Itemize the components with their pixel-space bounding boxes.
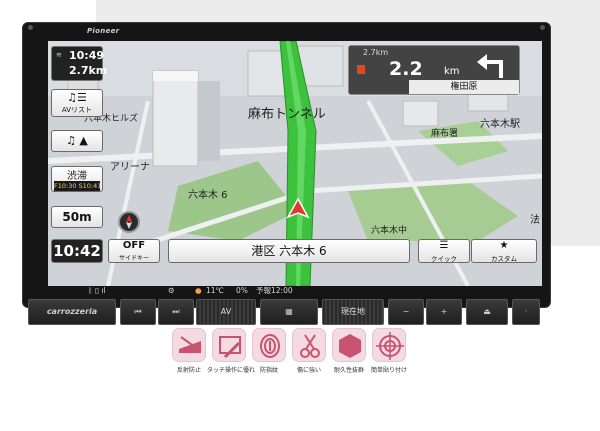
traffic-times: F10:30 S10:41 xyxy=(54,181,102,191)
feature-label: 反射防止 xyxy=(176,367,201,374)
feature-label: 傷に強い xyxy=(296,367,321,374)
car-navigation-unit: Pioneer 麻布トンネル 六本木ヒルズ アリーナ 六本木 6 六本木中 麻布… xyxy=(22,22,551,325)
feature-label: 防指紋 xyxy=(259,367,278,374)
map-label-tunnel: 麻布トンネル xyxy=(248,107,326,122)
fingerprint-icon xyxy=(252,328,286,362)
volume-down-button[interactable]: − xyxy=(388,299,424,325)
brand-logo: Pioneer xyxy=(87,27,120,35)
current-time-panel: ≋ 10:49 2.7km xyxy=(51,46,107,81)
turn-guidance-panel[interactable]: 2.7km 2.2 km 権田原 xyxy=(348,45,520,95)
map-label-ho: 法 xyxy=(530,215,540,226)
clock-display: 10:42 xyxy=(51,239,103,263)
quick-menu-button[interactable]: ☰ クイック xyxy=(418,239,470,263)
feature-fingerprint: 防指紋 xyxy=(252,328,286,374)
turn-left-arrow-icon xyxy=(477,54,503,78)
volume-up-button[interactable]: + xyxy=(426,299,462,325)
map-label-roppongi-station: 六本木駅 xyxy=(480,119,520,130)
current-location-key-button[interactable]: 現在地 xyxy=(322,299,384,325)
map-label-arena: アリーナ xyxy=(110,162,150,173)
map-label-roppongi6: 六本木 6 xyxy=(188,190,228,201)
feature-label: 簡単貼り付け xyxy=(370,367,407,374)
feature-scratch-resistant: 傷に強い xyxy=(292,328,326,374)
off-label: OFF xyxy=(122,240,146,251)
custom-button[interactable]: ★ カスタム xyxy=(471,239,537,263)
eject-button[interactable]: ⏏ xyxy=(466,299,508,325)
music-control-button[interactable]: ♫ ▲ xyxy=(51,130,103,152)
traffic-label: 渋滞 xyxy=(67,171,87,182)
custom-label: カスタム xyxy=(491,255,517,263)
feature-label: タッチ操作に優れ xyxy=(207,367,256,374)
map-scale-button[interactable]: 50m xyxy=(51,206,103,228)
easy-apply-icon xyxy=(372,328,406,362)
touch-icon xyxy=(212,328,246,362)
quick-label: クイック xyxy=(431,255,457,263)
menu-key-button[interactable]: ▦ xyxy=(260,299,318,325)
current-time: 10:49 xyxy=(69,49,105,62)
menu-icon: ☰ xyxy=(439,240,449,251)
side-key-label: サイドキー xyxy=(118,255,149,262)
star-icon: ★ xyxy=(499,240,509,251)
bluetooth-icon: ᛒ ▯ ıl xyxy=(88,286,106,295)
reset-button[interactable]: · xyxy=(512,299,540,325)
anti-glare-icon xyxy=(172,328,206,362)
settings-icon: ⚙ xyxy=(168,286,175,295)
corner-screw xyxy=(540,25,545,30)
scissors-icon xyxy=(292,328,326,362)
off-side-key-button[interactable]: OFF サイドキー xyxy=(108,239,160,263)
map-label-azabu-police: 麻布署 xyxy=(431,129,459,139)
temperature: 11℃ xyxy=(206,286,224,295)
music-list-icon: ♫☰ xyxy=(67,91,87,104)
av-list-button[interactable]: ♫☰ AVリスト xyxy=(51,89,103,117)
next-track-button[interactable]: ⏭ xyxy=(158,299,194,325)
feature-durability: 耐久性抜群 xyxy=(332,328,366,374)
feature-touch: タッチ操作に優れ xyxy=(207,328,255,374)
feature-anti-glare: 反射防止 xyxy=(172,328,206,374)
durability-icon xyxy=(332,328,366,362)
compass-icon[interactable] xyxy=(118,211,140,233)
forecast-time: 予報12:00 xyxy=(256,286,293,295)
feature-icon-row: 反射防止 タッチ操作に優れ 防指紋 傷に強い 耐久性抜群 簡単貼り付け xyxy=(172,328,412,378)
previous-track-button[interactable]: ⏮ xyxy=(120,299,156,325)
guidance-unit: km xyxy=(444,66,460,77)
status-bar: ᛒ ▯ ıl ⚙ ● 11℃ 0% 予報12:00 xyxy=(48,286,542,296)
destination-flag-icon xyxy=(357,65,365,74)
feature-easy-apply: 簡単貼り付け xyxy=(371,328,407,374)
traffic-jam-button[interactable]: 渋滞 F10:30 S10:41 xyxy=(51,166,103,192)
corner-screw xyxy=(28,25,33,30)
current-address-bar[interactable]: 港区 六本木 6 xyxy=(168,239,410,263)
navigation-screen[interactable]: 麻布トンネル 六本木ヒルズ アリーナ 六本木 6 六本木中 麻布署 六本木駅 法… xyxy=(48,41,542,286)
guidance-distance: 2.2 xyxy=(389,58,423,80)
carrozzeria-logo: carrozzeria xyxy=(28,299,116,325)
signal-icon: ≋ xyxy=(56,51,62,59)
precipitation: 0% xyxy=(236,286,248,295)
remaining-distance: 2.7km xyxy=(69,64,108,77)
av-list-label: AVリスト xyxy=(61,106,93,114)
map-label-roppongi-naka: 六本木中 xyxy=(371,226,408,236)
guidance-small-distance: 2.7km xyxy=(363,48,389,57)
guidance-place-name: 権田原 xyxy=(409,80,519,94)
hardware-key-row: carrozzeria ⏮ ⏭ AV ▦ 現在地 − + ⏏ · xyxy=(28,299,542,327)
av-key-button[interactable]: AV xyxy=(196,299,256,325)
feature-label: 耐久性抜群 xyxy=(333,367,364,374)
weather-icon: ● xyxy=(195,286,202,295)
